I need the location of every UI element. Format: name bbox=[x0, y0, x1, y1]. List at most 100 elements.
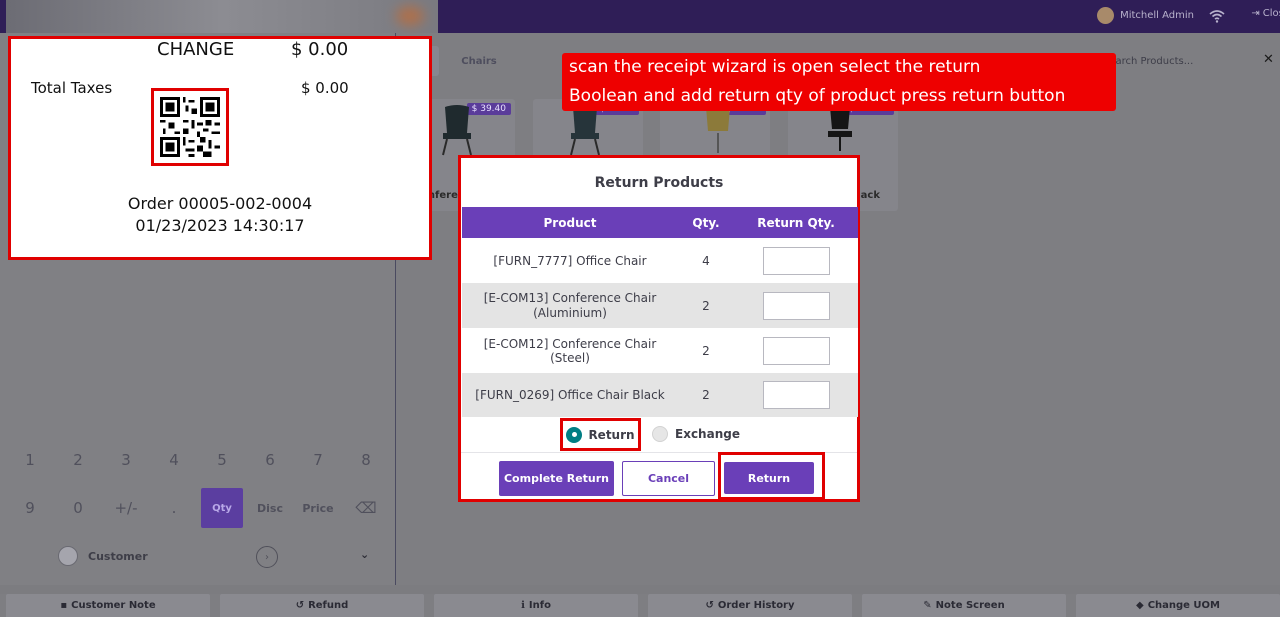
tag-icon: ◆ bbox=[1135, 600, 1144, 611]
product-cell: [FURN_0269] Office Chair Black bbox=[462, 373, 678, 417]
note-screen-button[interactable]: ✎ Note Screen bbox=[862, 594, 1066, 617]
numpad-key-plus-minus[interactable]: +/- bbox=[102, 484, 150, 532]
order-datetime: 01/23/2023 14:30:17 bbox=[135, 216, 305, 235]
order-number: Order 00005-002-0004 bbox=[127, 194, 313, 213]
total-taxes-label: Total Taxes bbox=[31, 79, 113, 97]
receipt-header-blur bbox=[6, 0, 438, 33]
return-qty-input[interactable] bbox=[762, 291, 830, 320]
table-row: [E-COM12] Conference Chair (Steel) 2 bbox=[462, 328, 858, 373]
receipt-qr-code[interactable] bbox=[151, 88, 229, 166]
numpad-key-9[interactable]: 9 bbox=[6, 484, 54, 532]
user-name: Mitchell Admin bbox=[1120, 10, 1194, 21]
close-session-button[interactable]: ⇥ Close bbox=[1251, 8, 1280, 19]
return-products-dialog: Return Products Product Qty. Return Qty.… bbox=[458, 155, 860, 502]
edit-icon: ✎ bbox=[923, 600, 932, 611]
numpad-key-3[interactable]: 3 bbox=[102, 436, 150, 484]
numpad-price-button[interactable]: Price bbox=[294, 484, 342, 532]
numpad-key-7[interactable]: 7 bbox=[294, 436, 342, 484]
chevron-down-icon[interactable]: ⌄ bbox=[360, 548, 369, 561]
logo-blur bbox=[396, 6, 424, 26]
product-cell: [E-COM12] Conference Chair (Steel) bbox=[462, 328, 678, 373]
numpad-disc-button[interactable]: Disc bbox=[246, 484, 294, 532]
column-header: Qty. bbox=[678, 207, 734, 238]
numpad: 1 2 3 4 5 6 7 8 9 0 +/- . Qty Disc Price… bbox=[6, 436, 390, 532]
note-icon: ▪ bbox=[60, 600, 68, 611]
qty-cell: 4 bbox=[678, 238, 734, 283]
return-button-highlight: Return bbox=[718, 452, 825, 500]
change-uom-button[interactable]: ◆ Change UOM bbox=[1076, 594, 1280, 617]
radio-selected-icon bbox=[566, 426, 583, 443]
table-row: [FURN_0269] Office Chair Black 2 bbox=[462, 373, 858, 417]
instruction-callout: scan the receipt wizard is open select t… bbox=[562, 53, 1116, 111]
return-radio[interactable]: Return bbox=[560, 418, 641, 451]
radio-unselected-icon bbox=[652, 426, 668, 442]
chevron-right-icon[interactable]: › bbox=[256, 546, 278, 568]
qr-code-icon bbox=[160, 97, 220, 157]
return-qty-cell bbox=[734, 283, 858, 328]
undo-icon: ↺ bbox=[295, 600, 305, 611]
user-icon bbox=[58, 546, 78, 566]
qty-cell: 2 bbox=[678, 373, 734, 417]
qty-cell: 2 bbox=[678, 283, 734, 328]
complete-return-button[interactable]: Complete Return bbox=[499, 461, 614, 496]
column-header: Return Qty. bbox=[734, 207, 858, 238]
category-chairs-button[interactable]: Chairs bbox=[447, 46, 511, 76]
numpad-key-8[interactable]: 8 bbox=[342, 436, 390, 484]
return-qty-input[interactable] bbox=[762, 381, 830, 409]
numpad-key-5[interactable]: 5 bbox=[198, 436, 246, 484]
info-button[interactable]: ℹ Info bbox=[434, 594, 638, 617]
chair-icon bbox=[442, 105, 472, 156]
history-icon: ↺ bbox=[705, 600, 714, 611]
numpad-qty-button[interactable]: Qty bbox=[201, 488, 243, 528]
return-qty-cell bbox=[734, 238, 858, 283]
product-cell: [FURN_7777] Office Chair bbox=[462, 238, 678, 283]
numpad-key-decimal[interactable]: . bbox=[150, 484, 198, 532]
wifi-icon bbox=[1209, 8, 1225, 23]
return-qty-cell bbox=[734, 328, 858, 373]
numpad-row: 9 0 +/- . Qty Disc Price ⌫ bbox=[6, 484, 390, 532]
dialog-title: Return Products bbox=[594, 174, 724, 191]
exchange-radio[interactable]: Exchange bbox=[652, 426, 740, 442]
column-header: Product bbox=[462, 207, 678, 238]
customer-note-button[interactable]: ▪ Customer Note bbox=[6, 594, 210, 617]
table-header-row: Product Qty. Return Qty. bbox=[462, 207, 858, 238]
return-button[interactable]: Return bbox=[724, 462, 814, 494]
customer-button[interactable]: Customer bbox=[58, 546, 148, 566]
close-icon[interactable]: ✕ bbox=[1263, 52, 1274, 67]
user-menu[interactable]: Mitchell Admin bbox=[1097, 7, 1194, 24]
return-qty-input[interactable] bbox=[762, 336, 830, 365]
chair-icon bbox=[706, 105, 730, 153]
product-cell: [E-COM13] Conference Chair (Aluminium) bbox=[462, 283, 678, 328]
numpad-key-0[interactable]: 0 bbox=[54, 484, 102, 532]
callout-line: scan the receipt wizard is open select t… bbox=[569, 57, 981, 77]
numpad-key-1[interactable]: 1 bbox=[6, 436, 54, 484]
search-input[interactable]: Search Products... bbox=[1103, 48, 1273, 74]
action-bar: ▪ Customer Note ↺ Refund ℹ Info ↺ Order Hist… bbox=[0, 594, 1280, 617]
qty-cell: 2 bbox=[678, 328, 734, 373]
table-row: [E-COM13] Conference Chair (Aluminium) 2 bbox=[462, 283, 858, 328]
numpad-key-4[interactable]: 4 bbox=[150, 436, 198, 484]
chair-icon bbox=[570, 105, 600, 156]
avatar bbox=[1097, 7, 1115, 24]
table-row: [FURN_7777] Office Chair 4 bbox=[462, 238, 858, 283]
cancel-button[interactable]: Cancel bbox=[622, 461, 715, 496]
return-products-table: Product Qty. Return Qty. [FURN_7777] Off… bbox=[462, 207, 858, 417]
order-history-button[interactable]: ↺ Order History bbox=[648, 594, 852, 617]
return-type-radios: Return Exchange bbox=[461, 418, 857, 452]
sign-out-icon: ⇥ bbox=[1251, 8, 1260, 19]
change-label: CHANGE bbox=[157, 39, 235, 60]
numpad-key-6[interactable]: 6 bbox=[246, 436, 294, 484]
return-qty-input[interactable] bbox=[762, 246, 830, 275]
callout-line: Boolean and add return qty of product pr… bbox=[569, 86, 1066, 106]
total-taxes-value: $ 0.00 bbox=[301, 79, 349, 97]
change-value: $ 0.00 bbox=[291, 39, 349, 60]
backspace-icon[interactable]: ⌫ bbox=[342, 484, 390, 532]
numpad-key-2[interactable]: 2 bbox=[54, 436, 102, 484]
customer-row: Customer › ⌄ bbox=[6, 536, 390, 576]
return-qty-cell bbox=[734, 373, 858, 417]
chair-icon bbox=[828, 107, 852, 151]
info-icon: ℹ bbox=[521, 600, 525, 611]
numpad-row: 1 2 3 4 5 6 7 8 bbox=[6, 436, 390, 484]
receipt-preview: CHANGE $ 0.00 Total Taxes $ 0.00 Order 0… bbox=[8, 36, 432, 260]
refund-button[interactable]: ↺ Refund bbox=[220, 594, 424, 617]
